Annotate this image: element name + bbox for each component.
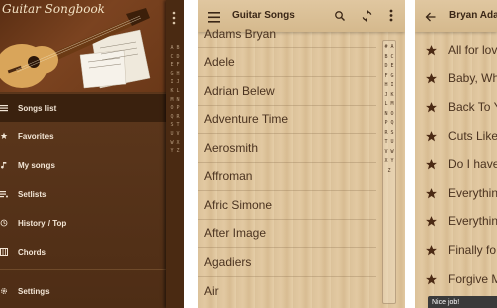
song-title: Finally fo xyxy=(448,243,497,257)
song-title: Do I have xyxy=(448,157,497,171)
toast-message: Nice job! xyxy=(428,296,497,308)
list-item[interactable]: Adrian Belew xyxy=(204,77,374,105)
list-item[interactable]: After Image xyxy=(204,219,374,247)
list-item[interactable]: Affroman xyxy=(204,162,374,190)
drawer-menu: Songs list Favorites My songs Setlists H… xyxy=(0,93,166,308)
drawer-item-songs-list[interactable]: Songs list xyxy=(0,94,166,122)
list-item[interactable]: Adams Bryan xyxy=(204,20,374,48)
star-icon[interactable] xyxy=(425,158,438,171)
list-item[interactable]: Afric Simone xyxy=(204,191,374,219)
drawer-divider xyxy=(0,269,166,270)
song-title: Forgive M xyxy=(448,272,497,286)
song-title: Everythin xyxy=(448,214,497,228)
drawer-item-label: My songs xyxy=(18,160,55,170)
star-icon[interactable] xyxy=(425,273,438,286)
back-arrow-icon[interactable] xyxy=(425,10,437,28)
list-item[interactable]: Baby, Wh xyxy=(415,64,497,92)
star-icon[interactable] xyxy=(425,72,438,85)
list-item[interactable]: Do I have xyxy=(415,150,497,178)
chord-icon xyxy=(0,248,8,256)
toolbar-title: Bryan Ada xyxy=(449,10,497,21)
list-item[interactable]: Forgive M xyxy=(415,265,497,293)
list-item[interactable]: Back To Y xyxy=(415,93,497,121)
drawer-item-label: Settings xyxy=(18,286,50,296)
alphabet-index[interactable]: A B C D E F G H I J K L M N O P Q R S T … xyxy=(168,44,182,156)
star-icon[interactable] xyxy=(425,215,438,228)
guitar-header-image: Guitar Songbook xyxy=(0,0,166,92)
alphabet-index[interactable]: # A B C D E F G H I J K L M N O P Q R S … xyxy=(382,40,396,304)
app-toolbar: Bryan Ada xyxy=(415,0,497,32)
overflow-menu-icon[interactable] xyxy=(389,9,393,27)
drawer-item-setlists[interactable]: Setlists xyxy=(0,180,166,208)
star-icon[interactable] xyxy=(425,44,438,57)
history-icon xyxy=(0,219,8,227)
list-item[interactable]: Air xyxy=(204,277,374,305)
drawer-item-label: Chords xyxy=(18,247,46,257)
navigation-drawer-panel: Guitar Songbook Songs list Favorites My … xyxy=(0,0,184,308)
drawer-item-label: Setlists xyxy=(18,189,47,199)
list-item[interactable]: Adventure Time xyxy=(204,105,374,133)
index-letters: # A B C D E F G H I J K L M N O P Q R S … xyxy=(384,44,394,174)
drawer-item-history-top[interactable]: History / Top xyxy=(0,209,166,237)
drawer-item-chords[interactable]: Chords xyxy=(0,238,166,266)
drawer-item-my-songs[interactable]: My songs xyxy=(0,151,166,179)
song-title: All for lov xyxy=(448,43,497,57)
gear-icon xyxy=(0,287,8,295)
list-item[interactable]: All for lov xyxy=(415,36,497,64)
song-title: Back To Y xyxy=(448,100,497,114)
list-item[interactable]: Adele xyxy=(204,48,374,76)
drawer-item-settings[interactable]: Settings xyxy=(0,277,166,305)
music-note-icon xyxy=(0,161,8,169)
song-title: Baby, Wh xyxy=(448,71,497,85)
list-item[interactable]: Finally fo xyxy=(415,236,497,264)
star-icon[interactable] xyxy=(425,187,438,200)
list-icon xyxy=(0,104,8,112)
songs-list-panel: Guitar Songs Adams Bryan Adele Adrian Be… xyxy=(198,0,405,308)
list-item[interactable]: Agadiers xyxy=(204,248,374,276)
star-icon[interactable] xyxy=(425,130,438,143)
playlist-icon xyxy=(0,190,8,198)
drawer-item-label: History / Top xyxy=(18,218,67,228)
list-item[interactable]: Aerosmith xyxy=(204,134,374,162)
song-title: Cuts Like xyxy=(448,129,497,143)
star-icon[interactable] xyxy=(425,101,438,114)
drawer-item-label: Favorites xyxy=(18,131,54,141)
drawer-item-label: Songs list xyxy=(18,103,57,113)
star-icon xyxy=(0,132,8,140)
artist-songs-panel: Bryan Ada All for lov Baby, Wh Back To Y… xyxy=(415,0,497,308)
list-item[interactable]: Cuts Like xyxy=(415,122,497,150)
overflow-menu-icon[interactable] xyxy=(172,11,176,25)
song-title: Everythin xyxy=(448,186,497,200)
app-title-logo: Guitar Songbook xyxy=(2,2,105,16)
star-icon[interactable] xyxy=(425,244,438,257)
list-item[interactable]: Everythin xyxy=(415,207,497,235)
drawer-item-favorites[interactable]: Favorites xyxy=(0,122,166,150)
list-item[interactable]: Everythin xyxy=(415,179,497,207)
